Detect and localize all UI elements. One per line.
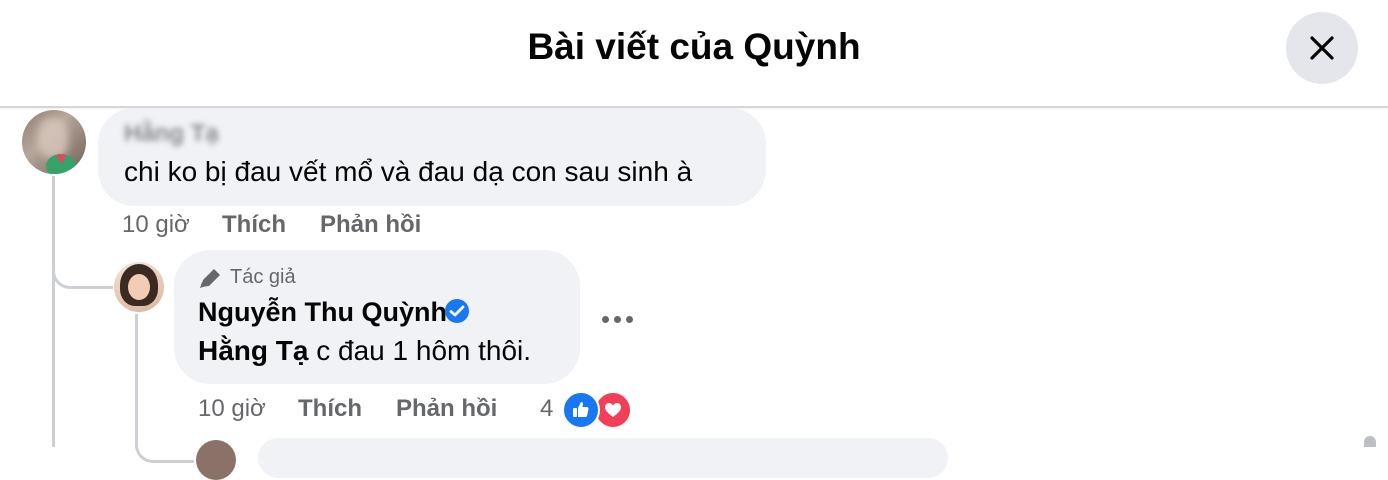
thread-line-main bbox=[52, 176, 55, 447]
author-badge-label: Tác giả bbox=[230, 266, 296, 288]
dialog-title: Bài viết của Quỳnh bbox=[527, 26, 861, 67]
like-icon[interactable] bbox=[562, 391, 600, 429]
reaction-count[interactable]: 4 bbox=[540, 395, 553, 423]
comment-bubble bbox=[258, 438, 948, 478]
thread-connector-nested bbox=[135, 420, 194, 463]
verified-badge-icon bbox=[445, 299, 469, 323]
mention-link[interactable]: Hằng Tạ bbox=[198, 335, 308, 366]
close-icon bbox=[1310, 36, 1334, 60]
avatar[interactable]: ♥ bbox=[22, 110, 86, 174]
reply-action[interactable]: Phản hồi bbox=[396, 395, 497, 423]
like-action[interactable]: Thích bbox=[222, 211, 286, 239]
reply-timestamp[interactable]: 10 giờ bbox=[198, 395, 266, 423]
scrollbar-thumb[interactable] bbox=[1364, 436, 1376, 447]
close-button[interactable] bbox=[1286, 12, 1358, 84]
avatar[interactable] bbox=[114, 262, 164, 312]
reply-action[interactable]: Phản hồi bbox=[320, 211, 421, 239]
more-options-button[interactable] bbox=[600, 312, 636, 328]
comment-timestamp[interactable]: 10 giờ bbox=[122, 211, 190, 239]
reply-author-name[interactable]: Nguyễn Thu Quỳnh bbox=[198, 297, 447, 328]
reply-text: Hằng Tạ c đau 1 hôm thôi. bbox=[198, 335, 531, 367]
comment-text: chi ko bị đau vết mổ và đau dạ con sau s… bbox=[124, 156, 693, 187]
dialog-header: Bài viết của Quỳnh bbox=[0, 0, 1388, 108]
reply-body: c đau 1 hôm thôi. bbox=[308, 335, 532, 366]
comment-author-name[interactable]: Hằng Tạ bbox=[124, 120, 219, 148]
avatar[interactable] bbox=[196, 440, 236, 480]
like-action[interactable]: Thích bbox=[298, 395, 362, 423]
pen-icon bbox=[200, 269, 220, 288]
thread-connector bbox=[52, 250, 113, 289]
